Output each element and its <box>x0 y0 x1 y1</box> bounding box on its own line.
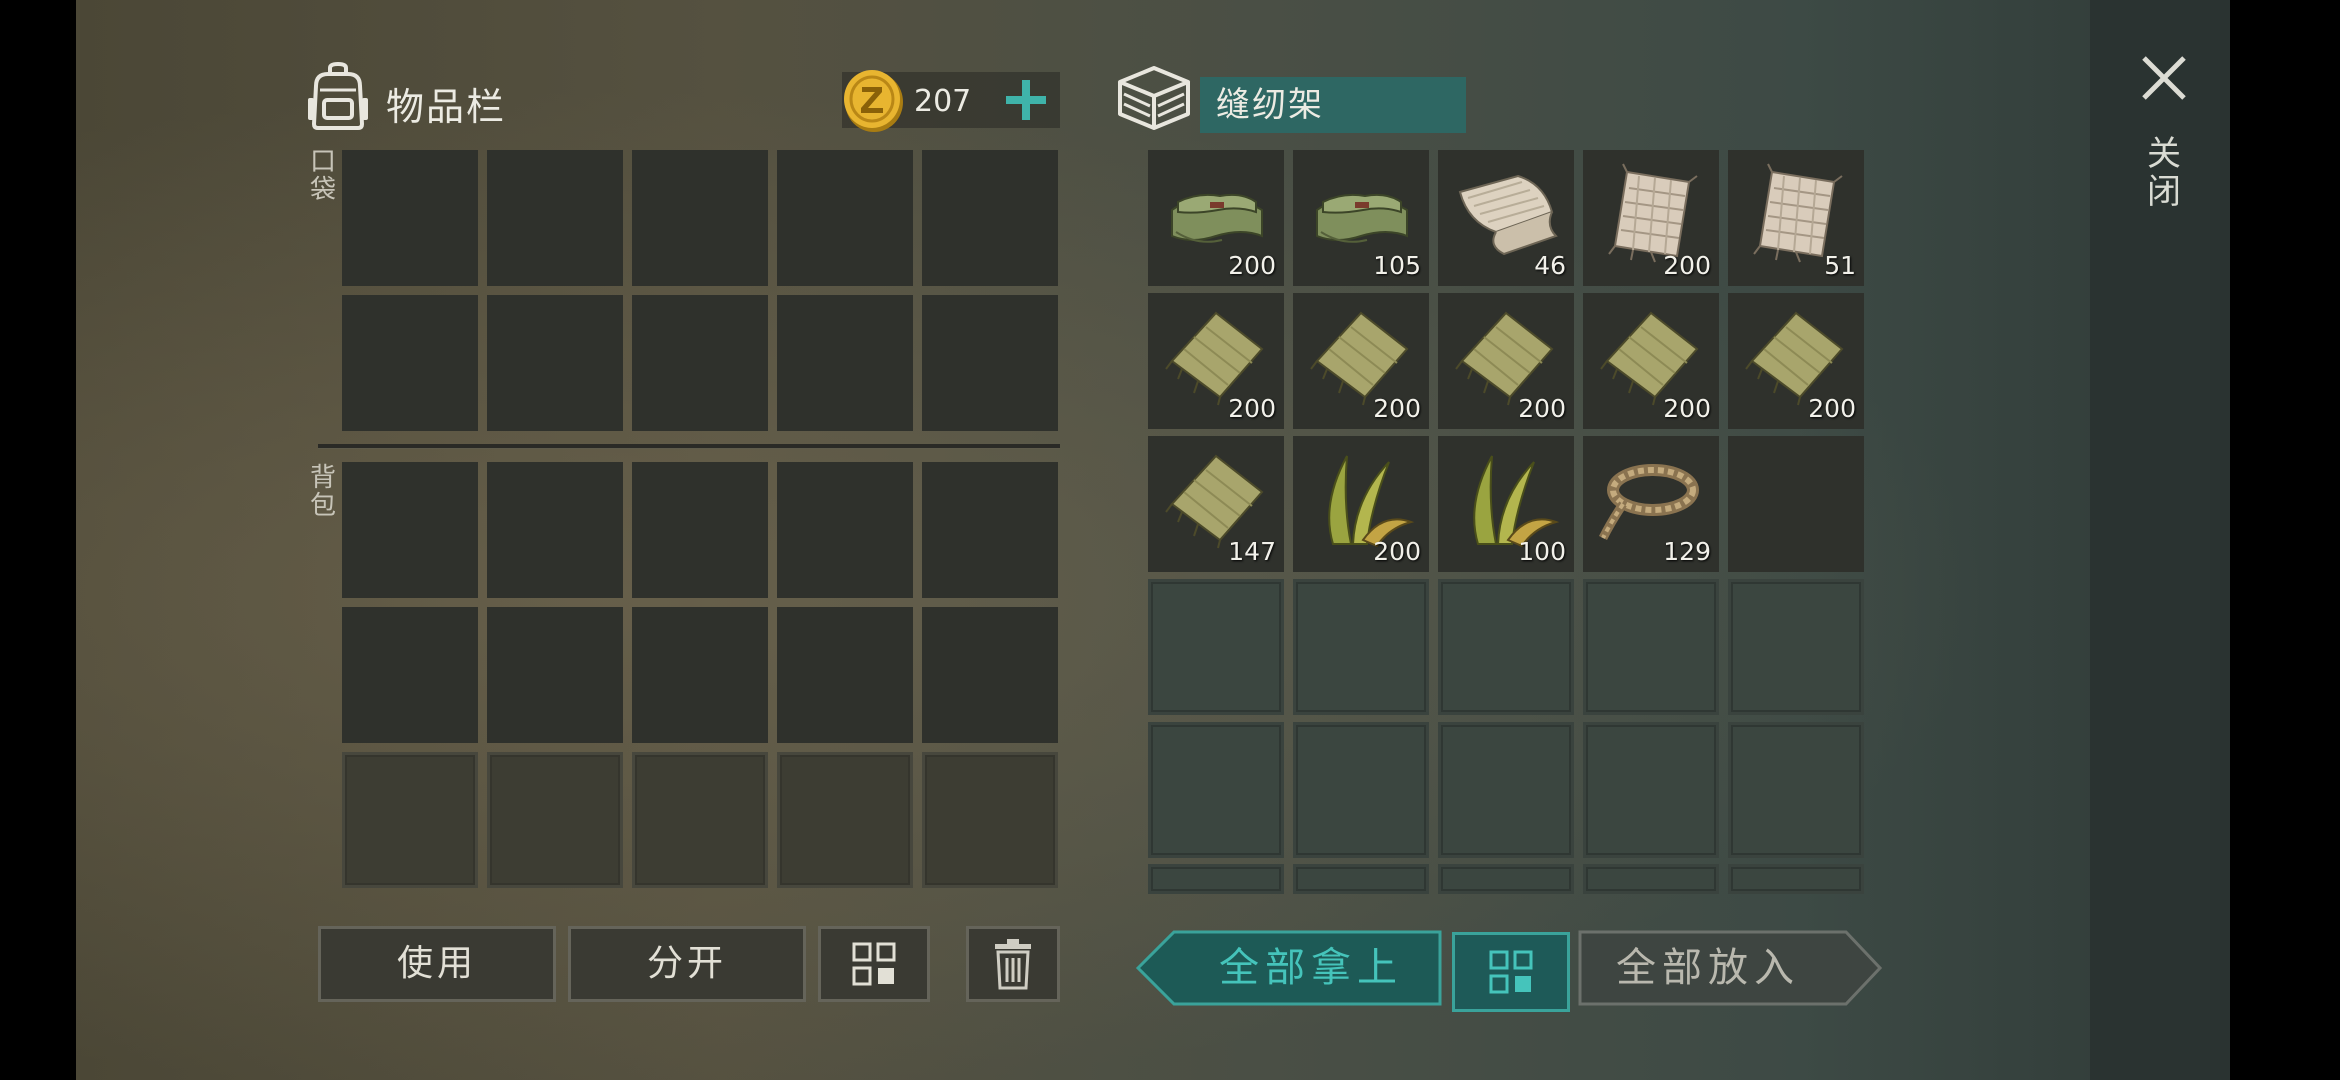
backpack-slot[interactable] <box>487 607 623 743</box>
use-button[interactable]: 使用 <box>318 926 556 1002</box>
pocket-slot[interactable] <box>922 150 1058 286</box>
pocket-slot[interactable] <box>632 295 768 431</box>
pocket-slot[interactable] <box>632 150 768 286</box>
locked-slot <box>1148 579 1284 715</box>
pocket-slot[interactable] <box>342 150 478 286</box>
locked-slot <box>1583 722 1719 858</box>
station-slot[interactable]: 200 <box>1293 436 1429 572</box>
put-all-label: 全部放入 <box>1616 945 1800 991</box>
item-count: 200 <box>1663 394 1711 423</box>
station-slot[interactable] <box>1728 436 1864 572</box>
backpack-slot[interactable] <box>777 607 913 743</box>
locked-slot <box>1438 864 1574 894</box>
z-coin-icon <box>844 70 903 132</box>
pocket-label: 口袋 <box>309 147 336 205</box>
station-slot[interactable]: 46 <box>1438 150 1574 286</box>
backpack-slot[interactable] <box>922 607 1058 743</box>
locked-slot <box>1148 864 1284 894</box>
section-divider <box>318 444 1060 449</box>
item-count: 105 <box>1373 251 1421 280</box>
locked-slot <box>922 752 1058 888</box>
item-count: 200 <box>1373 537 1421 566</box>
item-count: 51 <box>1824 251 1856 280</box>
item-count: 147 <box>1228 537 1276 566</box>
item-count: 200 <box>1228 394 1276 423</box>
item-count: 200 <box>1808 394 1856 423</box>
station-slot[interactable]: 200 <box>1148 150 1284 286</box>
pocket-slot[interactable] <box>487 295 623 431</box>
backpack-slot[interactable] <box>632 462 768 598</box>
station-slot[interactable]: 200 <box>1728 293 1864 429</box>
item-count: 200 <box>1228 251 1276 280</box>
backpack-slot[interactable] <box>342 462 478 598</box>
put-all-button[interactable]: 全部放入 <box>1578 930 1882 1006</box>
station-slot[interactable]: 129 <box>1583 436 1719 572</box>
locked-slot <box>1583 579 1719 715</box>
crate-icon <box>1118 66 1190 130</box>
station-slot[interactable]: 200 <box>1293 293 1429 429</box>
station-sort-button[interactable] <box>1452 932 1570 1012</box>
pocket-slot[interactable] <box>342 295 478 431</box>
station-slot[interactable]: 147 <box>1148 436 1284 572</box>
take-all-label: 全部拿上 <box>1219 945 1403 991</box>
trash-icon <box>995 939 1031 990</box>
station-slot[interactable]: 105 <box>1293 150 1429 286</box>
sort-grid-icon <box>852 942 896 986</box>
pocket-slot[interactable] <box>922 295 1058 431</box>
pocket-slot[interactable] <box>777 295 913 431</box>
locked-slot <box>1293 579 1429 715</box>
locked-slot <box>632 752 768 888</box>
backpack-slot[interactable] <box>922 462 1058 598</box>
item-count: 46 <box>1534 251 1566 280</box>
locked-slot <box>1293 864 1429 894</box>
item-count: 200 <box>1373 394 1421 423</box>
close-label[interactable]: 关闭 <box>2140 135 2188 211</box>
backpack-slot[interactable] <box>777 462 913 598</box>
backpack-slot[interactable] <box>342 607 478 743</box>
split-button[interactable]: 分开 <box>568 926 806 1002</box>
station-slot[interactable]: 200 <box>1583 293 1719 429</box>
trash-button[interactable] <box>966 926 1060 1002</box>
close-icon[interactable] <box>2138 52 2190 104</box>
locked-slot <box>1728 579 1864 715</box>
station-slot[interactable]: 200 <box>1438 293 1574 429</box>
backpack-slot[interactable] <box>632 607 768 743</box>
sort-grid-icon <box>1489 950 1533 994</box>
sort-button[interactable] <box>818 926 930 1002</box>
pocket-slot[interactable] <box>777 150 913 286</box>
locked-slot <box>1293 722 1429 858</box>
currency-amount: 207 <box>914 84 972 119</box>
item-count: 129 <box>1663 537 1711 566</box>
locked-slot <box>1438 579 1574 715</box>
backpack-slot[interactable] <box>487 462 623 598</box>
backpack-icon <box>308 62 368 130</box>
locked-slot <box>1583 864 1719 894</box>
station-slot[interactable]: 200 <box>1148 293 1284 429</box>
station-slot[interactable]: 200 <box>1583 150 1719 286</box>
locked-slot <box>1148 722 1284 858</box>
pocket-slot[interactable] <box>487 150 623 286</box>
add-currency-plus-icon[interactable] <box>1002 76 1050 124</box>
take-all-button[interactable]: 全部拿上 <box>1136 930 1442 1006</box>
locked-slot <box>1438 722 1574 858</box>
locked-slot <box>1728 864 1864 894</box>
station-slot[interactable]: 51 <box>1728 150 1864 286</box>
locked-slot <box>777 752 913 888</box>
inventory-title: 物品栏 <box>386 85 507 129</box>
item-count: 200 <box>1663 251 1711 280</box>
locked-slot <box>487 752 623 888</box>
item-count: 100 <box>1518 537 1566 566</box>
item-count: 200 <box>1518 394 1566 423</box>
station-title: 缝纫架 <box>1200 77 1466 133</box>
station-slot[interactable]: 100 <box>1438 436 1574 572</box>
locked-slot <box>342 752 478 888</box>
locked-slot <box>1728 722 1864 858</box>
backpack-label: 背包 <box>309 463 336 521</box>
